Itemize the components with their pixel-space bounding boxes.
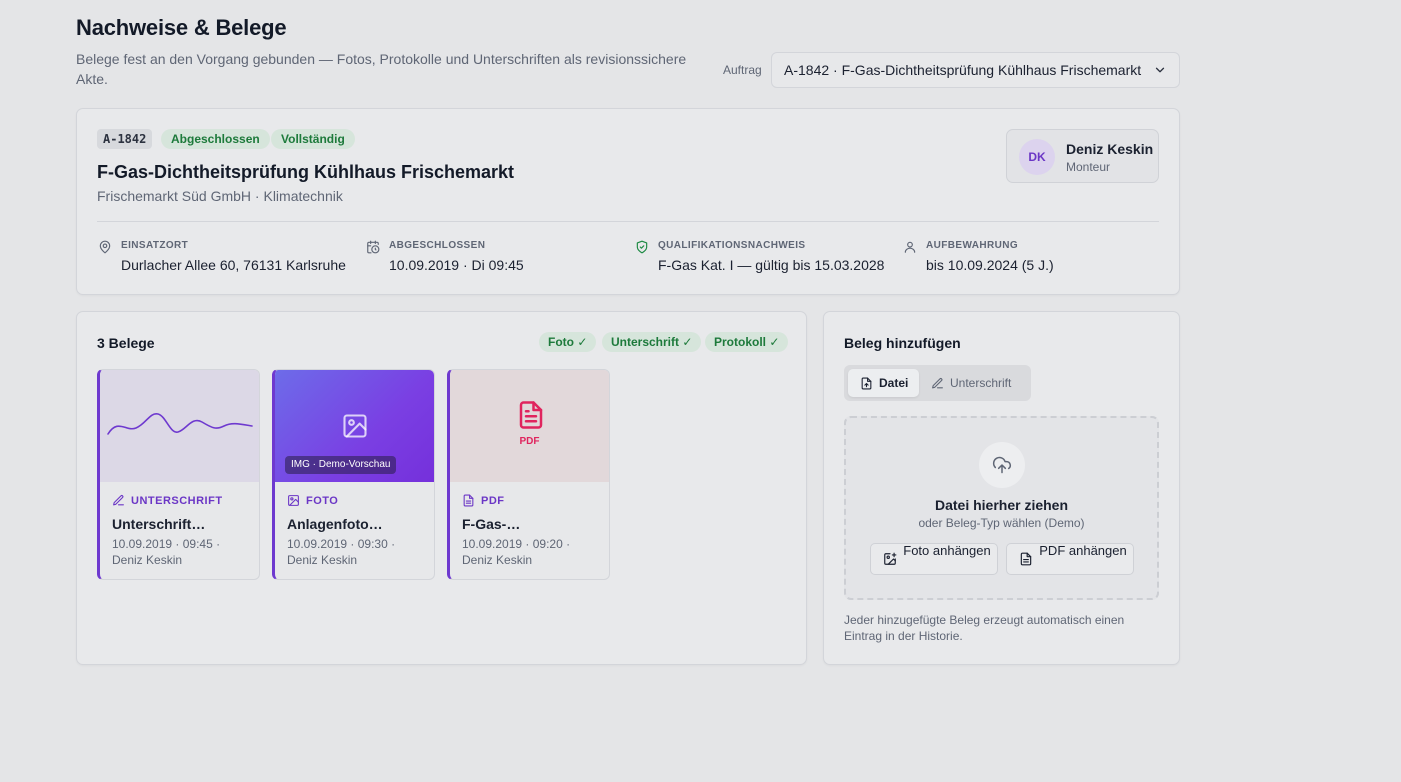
image-plus-icon (884, 552, 897, 565)
order-code: A-1842 (97, 129, 153, 149)
document-info: 10.09.2019 · 09:30 · Deniz Keskin (287, 537, 396, 567)
order-card: A-1842 Abgeschlossen Vollständig F-Gas-D… (76, 108, 1180, 295)
status-badge-completed: Abgeschlossen (161, 129, 270, 149)
document-type: FOTO (287, 494, 338, 507)
meta-value: bis 10.09.2024 (5 J.) (926, 257, 1054, 273)
image-icon (288, 495, 299, 506)
meta-value: F-Gas Kat. I — gültig bis 15.03.2028 (658, 257, 885, 273)
meta-value: Durlacher Allee 60, 76131 Karlsruhe (121, 257, 346, 273)
chevron-down-icon (1155, 67, 1165, 73)
signature-preview (100, 370, 259, 482)
technician-name: Deniz Keskin (1066, 141, 1154, 157)
image-demo-badge: IMG · Demo-Vorschau (285, 456, 397, 474)
document-type-label: PDF (481, 494, 505, 507)
order-select[interactable]: A-1842 · F-Gas-Dichtheitsprüfung Kühlhau… (771, 52, 1180, 88)
file-upload-icon (861, 377, 872, 389)
document-type: UNTERSCHRIFT (112, 494, 223, 507)
page-title: Nachweise & Belege (76, 15, 287, 40)
meta-label: QUALIFIKATIONSNACHWEIS (658, 240, 806, 251)
user-icon (904, 241, 916, 253)
tab-file-label: Datei (879, 376, 909, 390)
add-type-tabs: Datei Unterschrift (844, 365, 1031, 401)
status-badge-complete: Vollständig (271, 129, 355, 149)
technician-card[interactable]: DK Deniz Keskin Monteur (1006, 129, 1159, 183)
map-pin-icon (99, 240, 111, 254)
cloud-upload-icon (992, 456, 1012, 474)
document-info: 10.09.2019 · 09:20 · Deniz Keskin (462, 537, 571, 567)
document-card-pdf[interactable]: PDF PDF F-Gas-… 10.09.2019 · 09:20 · Den… (447, 369, 610, 580)
meta-label: ABGESCHLOSSEN (389, 240, 486, 251)
order-title: F-Gas-Dichtheitsprüfung Kühlhaus Frische… (97, 162, 515, 182)
document-type-label: UNTERSCHRIFT (131, 494, 223, 507)
meta-label: AUFBEWAHRUNG (926, 240, 1019, 251)
image-icon (343, 414, 367, 438)
technician-role: Monteur (1066, 160, 1111, 174)
dropzone-subtitle: oder Beleg-Typ wählen (Demo) (918, 516, 1085, 530)
pen-icon (932, 377, 943, 388)
document-name: F-Gas-… (462, 516, 521, 532)
meta-label: EINSATZORT (121, 240, 189, 251)
document-name: Anlagenfoto… (287, 516, 383, 532)
tab-file[interactable]: Datei (848, 369, 919, 397)
history-note: Jeder hinzugefügte Beleg erzeugt automat… (844, 613, 1125, 643)
divider (97, 221, 1159, 222)
document-info: 10.09.2019 · 09:45 · Deniz Keskin (112, 537, 221, 567)
upload-icon-wrap (979, 442, 1025, 488)
file-text-icon (463, 494, 474, 507)
document-card-photo[interactable]: IMG · Demo-Vorschau FOTO Anlagenfoto… 10… (272, 369, 435, 580)
attach-pdf-label: PDF anhängen (1039, 543, 1127, 558)
calendar-clock-icon (367, 240, 380, 254)
document-name: Unterschrift… (112, 516, 206, 532)
documents-title: 3 Belege (97, 335, 155, 351)
documents-card: 3 Belege Foto ✓ Unterschrift ✓ Protokoll… (76, 311, 807, 665)
page-subtitle: Belege fest an den Vorgang gebunden — Fo… (76, 51, 687, 87)
signature-stroke (107, 413, 253, 435)
photo-preview: IMG · Demo-Vorschau (275, 370, 434, 482)
order-select-value: A-1842 · F-Gas-Dichtheitsprüfung Kühlhau… (784, 62, 1142, 78)
attach-pdf-button[interactable]: PDF anhängen (1006, 543, 1134, 575)
file-text-icon (519, 401, 543, 429)
attach-photo-label: Foto anhängen (903, 543, 991, 558)
add-document-card: Beleg hinzufügen Datei Unterschrift Date… (823, 311, 1180, 665)
check-badge-protocol: Protokoll ✓ (705, 332, 789, 352)
attach-photo-button[interactable]: Foto anhängen (870, 543, 998, 575)
order-customer: Frischemarkt Süd GmbH · Klimatechnik (97, 188, 343, 204)
tab-signature[interactable]: Unterschrift (927, 369, 1027, 397)
document-card-signature[interactable]: UNTERSCHRIFT Unterschrift… 10.09.2019 · … (97, 369, 260, 580)
pdf-label: PDF (519, 436, 540, 447)
document-type: PDF (462, 494, 505, 507)
avatar: DK (1019, 139, 1055, 175)
shield-check-icon (636, 240, 648, 254)
order-select-label: Auftrag (723, 63, 762, 77)
file-text-icon (1020, 552, 1032, 566)
pdf-preview: PDF (450, 370, 609, 482)
check-badge-signature: Unterschrift ✓ (602, 332, 702, 352)
dropzone-title: Datei hierher ziehen (934, 497, 1069, 513)
check-badge-photo: Foto ✓ (539, 332, 597, 352)
pen-icon (113, 495, 124, 506)
meta-value: 10.09.2019 · Di 09:45 (389, 257, 524, 273)
file-dropzone[interactable]: Datei hierher ziehen oder Beleg-Typ wähl… (844, 416, 1159, 600)
add-document-title: Beleg hinzufügen (844, 335, 961, 351)
tab-signature-label: Unterschrift (950, 376, 1012, 390)
document-type-label: FOTO (306, 494, 339, 507)
